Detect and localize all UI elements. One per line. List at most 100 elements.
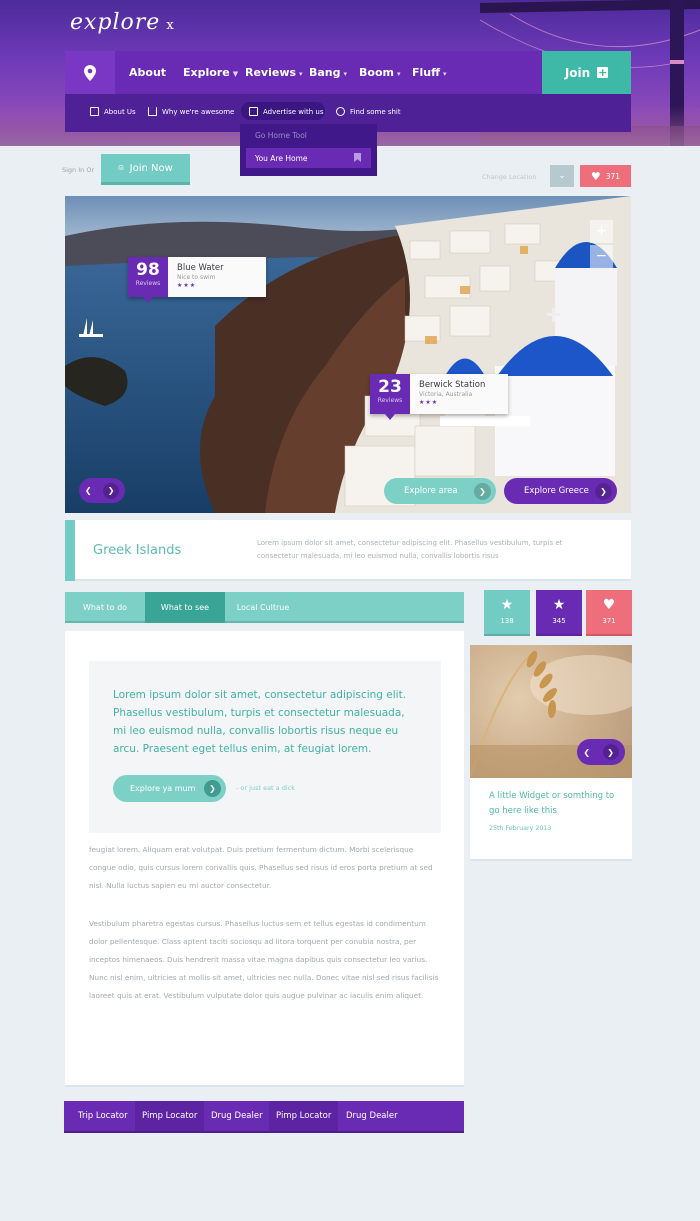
nav-about-label: About <box>129 66 167 79</box>
stat-stars[interactable]: ★ 138 <box>484 590 530 636</box>
chevron-right-icon[interactable]: ❯ <box>103 482 120 499</box>
nav-bang[interactable]: Bang ▾ <box>309 66 347 79</box>
footer-link[interactable]: Trip Locator <box>71 1101 135 1131</box>
pin-subtitle: Victoria, Australia <box>419 391 473 398</box>
change-location-label: Change Location <box>482 173 537 181</box>
nav-explore[interactable]: Explore ▼ <box>183 66 238 79</box>
widget-title[interactable]: A little Widget or somthing to go here l… <box>489 789 619 819</box>
widget-date: 25th February 2013 <box>489 825 552 832</box>
rating-stars: ★★★ <box>177 282 197 289</box>
book-icon <box>249 107 258 116</box>
subnav-about-us[interactable]: About Us <box>90 107 136 116</box>
pin-title: Berwick Station <box>419 380 486 390</box>
cta-alt-link[interactable]: - or just eat a dick <box>236 784 295 792</box>
join-now-label: Join Now <box>129 162 173 174</box>
review-count-badge: 98 Reviews <box>128 257 168 303</box>
nav-boom[interactable]: Boom ▾ <box>359 66 400 79</box>
zoom-in-button[interactable]: + <box>590 220 613 243</box>
pin-info: Blue Water Nice to swim ★★★ <box>168 257 266 297</box>
footer-link[interactable]: Pimp Locator <box>269 1101 339 1131</box>
santorini-scene <box>65 196 631 513</box>
caret-down-icon: ▾ <box>443 70 447 78</box>
explore-greece-button[interactable]: Explore Greece ❯ <box>504 478 617 504</box>
nav-reviews[interactable]: Reviews ▾ <box>245 66 303 79</box>
pin-title: Blue Water <box>177 263 224 273</box>
tab-local-culture[interactable]: Local Cultrue <box>225 592 301 623</box>
nav-reviews-label: Reviews <box>245 66 297 79</box>
chevron-right-icon[interactable]: ❯ <box>602 744 619 760</box>
caret-down-icon: ▼ <box>232 70 239 78</box>
nav-bang-label: Bang <box>309 66 341 79</box>
map-pin-card[interactable]: 98 Reviews Blue Water Nice to swim ★★★ <box>128 257 266 303</box>
heart-icon: ♥ <box>590 169 601 183</box>
bookmark-icon <box>354 153 361 162</box>
heart-icon: ♥ <box>602 597 616 613</box>
join-button[interactable]: Join + <box>542 51 631 94</box>
caret-down-icon: ▾ <box>299 70 303 78</box>
body-paragraph: Vestibulum pharetra egestas cursus. Phas… <box>89 919 439 1000</box>
map-pin-icon <box>84 64 96 81</box>
caret-down-icon: ▾ <box>396 70 401 78</box>
likes-button[interactable]: ♥ 371 <box>580 165 631 187</box>
stat-likes[interactable]: ★ 345 <box>536 590 582 636</box>
chevron-down-icon: ⌄ <box>558 171 566 181</box>
cta-alt-label: or just eat a dick <box>240 784 295 792</box>
photo-slider-arrows: ❮ ❯ <box>79 478 125 503</box>
info-icon <box>90 107 99 116</box>
location-pin-button[interactable] <box>65 51 115 94</box>
explore-greece-label: Explore Greece <box>524 486 589 496</box>
subnav-find[interactable]: Find some shit <box>336 107 401 116</box>
join-label: Join <box>564 65 591 80</box>
map-pin-card[interactable]: 23 Reviews Berwick Station Victoria, Austr… <box>370 374 508 420</box>
chevron-left-icon[interactable]: ❮ <box>85 486 92 495</box>
review-count-label: Reviews <box>135 280 161 287</box>
logo-mark: x <box>166 18 175 33</box>
dropdown-item-label: You Are Home <box>255 154 308 163</box>
explore-area-button[interactable]: Explore area ❯ <box>384 478 496 504</box>
stat-value: 138 <box>500 617 514 625</box>
review-count-badge: 23 Reviews <box>370 374 410 420</box>
review-count: 23 <box>378 377 402 397</box>
chevron-right-icon: ❯ <box>595 482 612 500</box>
tab-what-to-do[interactable]: What to do <box>65 592 145 623</box>
nav-fluff[interactable]: Fluff ▾ <box>412 66 447 79</box>
stat-value: 345 <box>552 617 566 625</box>
user-icon: ⍝ <box>118 163 124 173</box>
site-logo[interactable]: explore x <box>70 10 175 35</box>
body-paragraph: feugiat lorem. Aliquam erat volutpat. Du… <box>89 845 433 890</box>
subnav-advertise-label: Advertise with us <box>263 107 324 116</box>
destination-description: Lorem ipsum dolor sit amet, consectetur … <box>257 539 563 560</box>
footer-link[interactable]: Pimp Locator <box>135 1101 205 1131</box>
pin-subtitle: Nice to swim <box>177 274 216 281</box>
subnav-why-awesome[interactable]: Why we're awesome <box>148 107 234 116</box>
location-dropdown-button[interactable]: ⌄ <box>550 165 574 187</box>
cta-label: Explore ya mum <box>130 784 196 793</box>
rating-stars: ★★★ <box>419 399 439 406</box>
join-now-button[interactable]: ⍝ Join Now <box>101 154 190 185</box>
dropdown-item-you-are-home[interactable]: You Are Home <box>246 148 371 168</box>
tab-what-to-see[interactable]: What to see <box>145 592 225 623</box>
signin-link[interactable]: Sign In Or <box>62 166 94 174</box>
explore-area-label: Explore area <box>404 486 458 496</box>
cta-button[interactable]: Explore ya mum ❯ <box>113 775 226 802</box>
footer-link[interactable]: Drug Dealer <box>339 1101 405 1131</box>
highlight-text: Lorem ipsum dolor sit amet, consectetur … <box>113 689 407 755</box>
caret-down-icon: ▾ <box>343 70 348 78</box>
zoom-out-button[interactable]: − <box>590 245 613 268</box>
subnav-advertise[interactable]: Advertise with us <box>249 107 323 116</box>
stat-value: 371 <box>602 617 616 625</box>
dropdown-item-home-tool[interactable]: Go Home Tool <box>255 131 307 140</box>
plus-icon: + <box>597 66 609 79</box>
logo-text: explore <box>70 10 161 35</box>
destination-photo <box>65 196 631 513</box>
subnav-find-label: Find some shit <box>350 107 401 116</box>
footer-link[interactable]: Drug Dealer <box>204 1101 270 1131</box>
star-icon: ★ <box>552 597 566 613</box>
chevron-left-icon[interactable]: ❮ <box>583 748 590 757</box>
chevron-right-icon: ❯ <box>204 780 221 797</box>
subnav-about-us-label: About Us <box>104 107 136 116</box>
stat-hearts[interactable]: ♥ 371 <box>586 590 632 636</box>
nav-about[interactable]: About <box>129 66 166 79</box>
map-zoom-controls: + − <box>590 220 613 270</box>
star-icon: ★ <box>500 597 514 613</box>
